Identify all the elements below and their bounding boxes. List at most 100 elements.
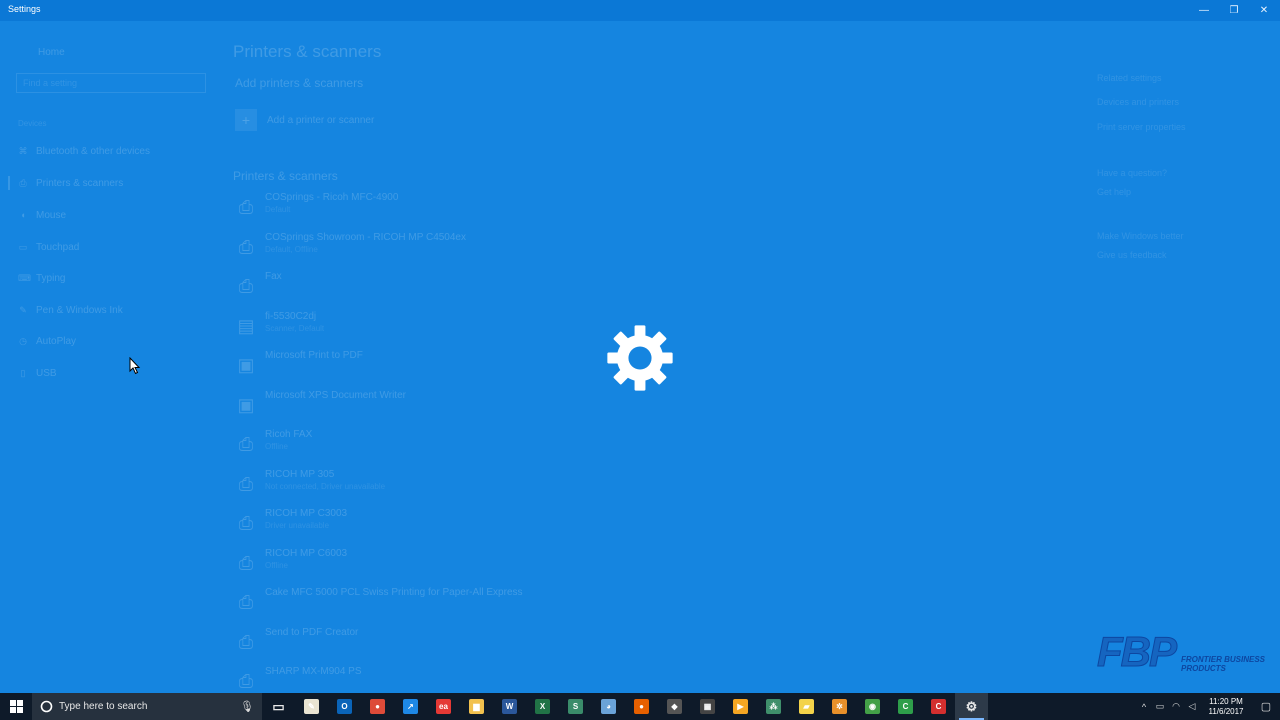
- page-title: Printers & scanners: [233, 42, 382, 61]
- taskbar-app-paint[interactable]: ◕: [592, 693, 625, 720]
- taskbar-app-task-view[interactable]: ▭: [262, 693, 295, 720]
- taskbar-app-settings[interactable]: ⚙: [955, 693, 988, 720]
- printer-name: Fax: [265, 271, 282, 282]
- printer-item[interactable]: ⎙ Fax: [235, 269, 835, 305]
- printer-name: RICOH MP 305: [265, 468, 335, 480]
- action-center-icon[interactable]: ▢: [1252, 700, 1280, 713]
- taskbar-app-calculator[interactable]: ▦: [691, 693, 724, 720]
- restore-button[interactable]: ❐: [1218, 0, 1250, 21]
- wifi-icon[interactable]: ◠: [1168, 701, 1184, 712]
- calculator-icon: ▦: [700, 699, 715, 714]
- taskbar-app-app-box[interactable]: ◆: [658, 693, 691, 720]
- taskbar-app-excel[interactable]: X: [526, 693, 559, 720]
- taskbar-app-chrome[interactable]: ●: [361, 693, 394, 720]
- printer-name: RICOH MP C6003: [265, 547, 348, 559]
- taskbar-app-app-red[interactable]: ea: [427, 693, 460, 720]
- printer-item[interactable]: ▣ Microsoft XPS Document Writer: [235, 388, 835, 424]
- gear-icon: [607, 325, 673, 391]
- microphone-icon[interactable]: 🎙: [240, 700, 254, 713]
- taskbar-app-sticky-notes[interactable]: ▰: [790, 693, 823, 720]
- firefox-icon: ●: [634, 699, 649, 714]
- sidebar-item-label: Typing: [36, 272, 66, 284]
- usb-icon: ▯: [20, 367, 26, 378]
- show-hidden-icons-icon[interactable]: ^: [1136, 702, 1152, 712]
- media-player-icon: ▶: [733, 699, 748, 714]
- add-printer-label: Add a printer or scanner: [267, 114, 375, 126]
- feedback-link[interactable]: Give us feedback: [1097, 250, 1167, 260]
- camtasia-icon: C: [898, 699, 913, 714]
- printer-name: RICOH MP C3003: [265, 508, 348, 519]
- task-view-icon: ▭: [272, 698, 285, 714]
- sidebar-item[interactable]: ▭ Touchpad: [18, 239, 80, 255]
- printer-name: Cake MFC 5000 PCL Swiss Printing for Pap…: [265, 587, 523, 598]
- feedback-heading: Make Windows better: [1097, 231, 1184, 241]
- printer-item[interactable]: ▤ fi-5530C2dj Scanner, Default: [235, 309, 835, 345]
- taskbar-app-app-s[interactable]: S: [559, 693, 592, 720]
- get-help-link[interactable]: Get help: [1097, 187, 1131, 197]
- printer-item[interactable]: ⎙ RICOH MP 305 Not connected, Driver unava…: [235, 467, 835, 503]
- printer-status: Default, Offline: [265, 244, 318, 254]
- taskbar-app-notepad[interactable]: ✎: [295, 693, 328, 720]
- taskbar-app-app-green[interactable]: ◉: [856, 693, 889, 720]
- word-icon: W: [502, 699, 517, 714]
- printer-item[interactable]: ⎙ COSprings Showroom - RICOH MP C4504ex De…: [235, 230, 835, 266]
- close-button[interactable]: ✕: [1248, 0, 1280, 21]
- clock-time: 11:20 PM: [1209, 696, 1243, 706]
- app-s-icon: S: [568, 699, 583, 714]
- clock[interactable]: 11:20 PM 11/6/2017: [1200, 697, 1252, 717]
- start-button[interactable]: [0, 693, 32, 720]
- cortana-icon: [40, 700, 53, 713]
- printer-item[interactable]: ⎙ Send to PDF Creator: [235, 625, 835, 661]
- search-placeholder: Type here to search: [59, 701, 148, 712]
- printer-item[interactable]: ▣ Microsoft Print to PDF: [235, 348, 835, 384]
- sidebar-item[interactable]: ⌘ Bluetooth & other devices: [18, 143, 150, 159]
- autoplay-icon: ◷: [19, 335, 27, 346]
- taskbar-app-outlook[interactable]: O: [328, 693, 361, 720]
- sidebar-item[interactable]: ▯ USB: [18, 365, 57, 381]
- printer-item[interactable]: ⎙ COSprings - Ricoh MFC-4900 Default: [235, 190, 835, 226]
- printer-item[interactable]: ⎙ Cake MFC 5000 PCL Swiss Printing for Pa…: [235, 585, 835, 621]
- sidebar-item-label: AutoPlay: [36, 335, 77, 347]
- printer-item[interactable]: ⎙ Ricoh FAX Offline: [235, 427, 835, 463]
- taskbar-app-camtasia[interactable]: C: [889, 693, 922, 720]
- minimize-button[interactable]: —: [1188, 0, 1220, 21]
- taskbar-app-app-red-c[interactable]: C: [922, 693, 955, 720]
- file-explorer-icon: ▆: [469, 699, 484, 714]
- sidebar-item[interactable]: ⌨ Typing: [18, 270, 65, 286]
- pdf-printer-icon: ▣: [237, 355, 255, 375]
- taskbar-search-input[interactable]: Type here to search 🎙: [32, 693, 262, 720]
- taskbar-app-word[interactable]: W: [493, 693, 526, 720]
- printer-status: Offline: [265, 442, 288, 451]
- taskbar-app-firefox[interactable]: ●: [625, 693, 658, 720]
- printer-icon: ⎙: [238, 631, 254, 652]
- sidebar: Home Find a setting Devices ⌘ Bluetooth &…: [0, 21, 215, 693]
- taskbar-app-app-blue[interactable]: ↗: [394, 693, 427, 720]
- sidebar-item-label: Pen & Windows Ink: [36, 304, 123, 316]
- printer-icon: ⎙: [238, 434, 254, 454]
- printer-item[interactable]: ⎙ RICOH MP C3003 Driver unavailable: [235, 506, 835, 542]
- add-heading: Add printers & scanners: [235, 76, 364, 90]
- sidebar-home[interactable]: Home: [38, 47, 65, 58]
- printer-item[interactable]: ⎙ RICOH MP C6003 Offline: [235, 546, 835, 582]
- printer-name: Send to PDF Creator: [265, 626, 359, 638]
- sidebar-item[interactable]: ⎙ Printers & scanners: [18, 175, 123, 191]
- taskbar-app-file-explorer[interactable]: ▆: [460, 693, 493, 720]
- sidebar-item[interactable]: ◷ AutoPlay: [18, 333, 76, 349]
- battery-icon[interactable]: ▭: [1152, 701, 1168, 712]
- sidebar-search-input[interactable]: Find a setting: [16, 73, 206, 93]
- related-link-print-server[interactable]: Print server properties: [1097, 122, 1186, 132]
- sidebar-item[interactable]: ✎ Pen & Windows Ink: [18, 302, 123, 318]
- taskbar-app-media-player[interactable]: ▶: [724, 693, 757, 720]
- related-link-devices[interactable]: Devices and printers: [1097, 97, 1179, 107]
- paint-icon: ◕: [601, 699, 616, 714]
- taskbar-app-app-orange[interactable]: ✲: [823, 693, 856, 720]
- printer-name: Ricoh FAX: [265, 429, 313, 440]
- taskbar-app-app-dots[interactable]: ⁂: [757, 693, 790, 720]
- title-bar: Settings — ❐ ✕: [0, 0, 1280, 21]
- sidebar-item[interactable]: ◖ Mouse: [18, 207, 66, 223]
- app-orange-icon: ✲: [832, 699, 847, 714]
- printer-icon: ⎙: [238, 552, 254, 573]
- add-printer-button[interactable]: + Add a printer or scanner: [235, 109, 374, 131]
- volume-icon[interactable]: ◁: [1184, 701, 1200, 712]
- sidebar-item-label: Mouse: [36, 209, 67, 221]
